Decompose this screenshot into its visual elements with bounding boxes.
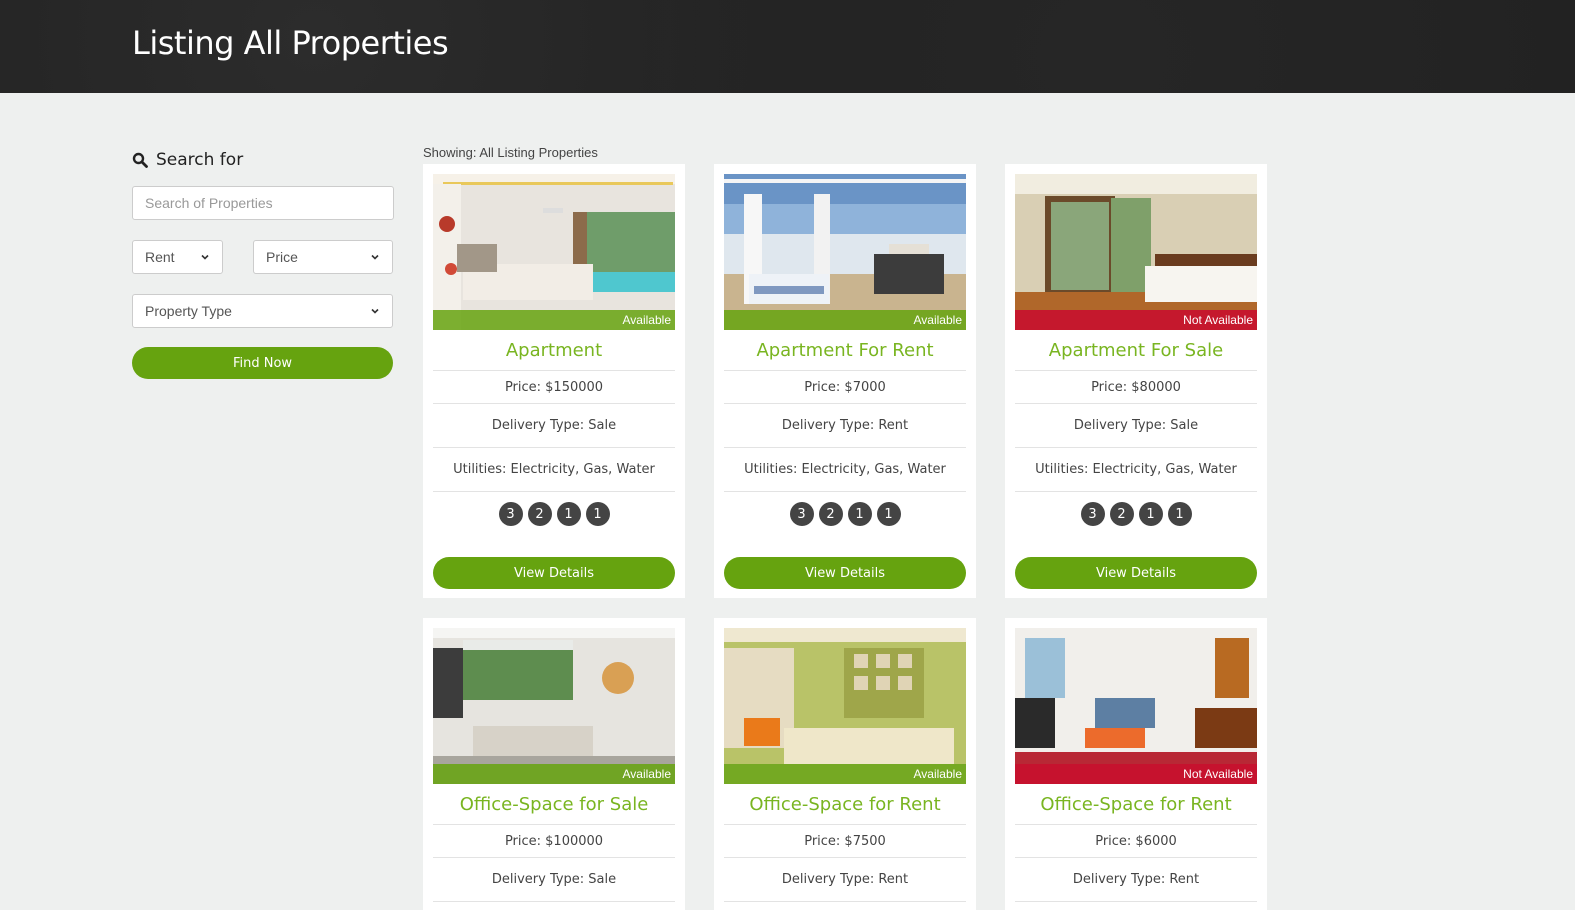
listing-title[interactable]: Apartment For Rent (724, 330, 966, 371)
listing-delivery-type: Delivery Type: Rent (724, 858, 966, 902)
feature-badge: 2 (527, 502, 552, 526)
property-image[interactable]: Available (433, 628, 675, 784)
feature-badge: 2 (818, 502, 843, 526)
status-badge: Not Available (1015, 764, 1257, 784)
chevron-down-icon (201, 254, 209, 260)
feature-badge: 2 (1109, 502, 1134, 526)
listing-title[interactable]: Office-Space for Rent (724, 784, 966, 825)
feature-badge: 1 (1138, 502, 1163, 526)
listing-card: Available Apartment Price: $150000 Deliv… (423, 164, 685, 598)
listing-delivery-type: Delivery Type: Rent (724, 404, 966, 448)
listing-title[interactable]: Office-Space for Rent (1015, 784, 1257, 825)
rent-select[interactable]: Rent (132, 240, 223, 274)
listing-price: Price: $7500 (724, 825, 966, 858)
listing-card: Available Apartment For Rent Price: $700… (714, 164, 976, 598)
listing-delivery-type: Delivery Type: Rent (1015, 858, 1257, 902)
feature-badge: 1 (1167, 502, 1192, 526)
search-icon (132, 152, 148, 168)
view-details-button[interactable]: View Details (724, 557, 966, 589)
property-type-select[interactable]: Property Type (132, 294, 393, 328)
rent-select-value: Rent (145, 249, 175, 265)
listing-utilities: Utilities: Electricity, Gas, Water (1015, 448, 1257, 492)
showing-label: Showing: All Listing Properties (423, 145, 598, 160)
property-image[interactable]: Not Available (1015, 628, 1257, 784)
listing-price: Price: $80000 (1015, 371, 1257, 404)
listing-feature-badges: 3 2 1 1 (724, 502, 966, 526)
feature-badge: 1 (556, 502, 581, 526)
listing-utilities: Utilities: Electricity, Gas, Water (724, 448, 966, 492)
listing-delivery-type: Delivery Type: Sale (433, 858, 675, 902)
status-badge: Available (724, 764, 966, 784)
listing-price: Price: $150000 (433, 371, 675, 404)
listing-delivery-type: Delivery Type: Sale (1015, 404, 1257, 448)
view-details-button[interactable]: View Details (1015, 557, 1257, 589)
status-badge: Available (433, 310, 675, 330)
page-title: Listing All Properties (132, 24, 449, 62)
listing-feature-badges: 3 2 1 1 (433, 502, 675, 526)
listing-card: Available Office-Space for Rent Price: $… (714, 618, 976, 910)
feature-badge: 3 (789, 502, 814, 526)
search-input-placeholder: Search of Properties (145, 195, 273, 211)
listing-delivery-type: Delivery Type: Sale (433, 404, 675, 448)
view-details-button[interactable]: View Details (433, 557, 675, 589)
listing-card: Available Office-Space for Sale Price: $… (423, 618, 685, 910)
price-select[interactable]: Price (253, 240, 393, 274)
property-type-select-value: Property Type (145, 303, 232, 319)
listing-card: Not Available Apartment For Sale Price: … (1005, 164, 1267, 598)
feature-badge: 1 (847, 502, 872, 526)
property-image[interactable]: Available (724, 174, 966, 330)
page-header: Listing All Properties (0, 0, 1575, 93)
feature-badge: 3 (498, 502, 523, 526)
find-now-button[interactable]: Find Now (132, 347, 393, 379)
chevron-down-icon (371, 308, 379, 314)
status-badge: Not Available (1015, 310, 1257, 330)
listing-price: Price: $100000 (433, 825, 675, 858)
property-image[interactable]: Not Available (1015, 174, 1257, 330)
listing-title[interactable]: Apartment For Sale (1015, 330, 1257, 371)
listing-price: Price: $6000 (1015, 825, 1257, 858)
listing-utilities: Utilities: Electricity, Gas, Water (433, 448, 675, 492)
status-badge: Available (724, 310, 966, 330)
feature-badge: 1 (876, 502, 901, 526)
search-input[interactable]: Search of Properties (132, 186, 394, 220)
listing-card: Not Available Office-Space for Rent Pric… (1005, 618, 1267, 910)
listing-title[interactable]: Apartment (433, 330, 675, 371)
search-sidebar: Search for (132, 148, 394, 172)
property-image[interactable]: Available (724, 628, 966, 784)
status-badge: Available (433, 764, 675, 784)
listing-title[interactable]: Office-Space for Sale (433, 784, 675, 825)
listing-price: Price: $7000 (724, 371, 966, 404)
search-heading-label: Search for (156, 150, 244, 170)
search-heading: Search for (132, 148, 394, 172)
listing-feature-badges: 3 2 1 1 (1015, 502, 1257, 526)
feature-badge: 1 (585, 502, 610, 526)
chevron-down-icon (371, 254, 379, 260)
feature-badge: 3 (1080, 502, 1105, 526)
property-image[interactable]: Available (433, 174, 675, 330)
price-select-value: Price (266, 249, 298, 265)
